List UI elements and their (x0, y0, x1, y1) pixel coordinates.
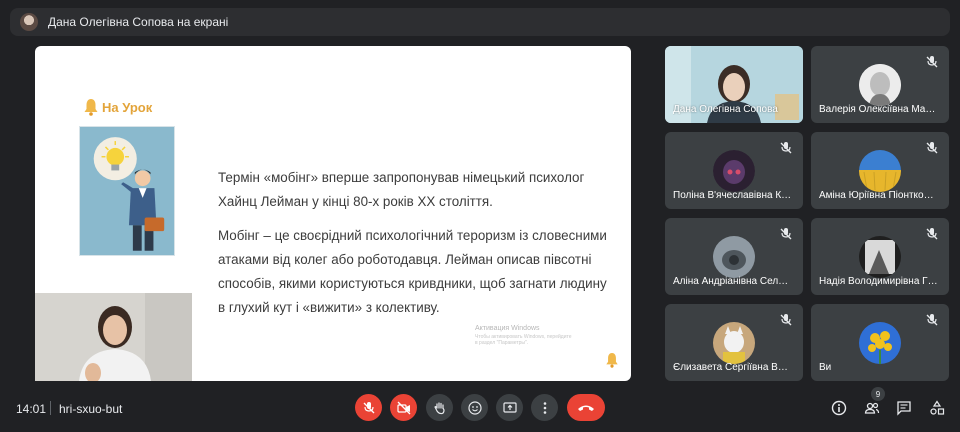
small-bell-icon (606, 353, 618, 368)
emoji-icon (467, 400, 482, 415)
participant-tile[interactable]: Валерія Олексіївна Ма… (811, 46, 949, 123)
participant-tile-presenter[interactable]: Дана Олегівна Сопова (665, 46, 803, 123)
bell-icon (84, 99, 98, 116)
meeting-code[interactable]: hri-sxuo-but (59, 402, 122, 416)
slide-text: Термін «мобінг» вперше запропонував німе… (218, 166, 608, 330)
more-vert-icon (543, 401, 546, 414)
avatar (859, 150, 901, 192)
participant-tile[interactable]: Поліна В'ячеславівна К… (665, 132, 803, 209)
camera-off-icon (396, 401, 410, 414)
mic-off-icon (926, 56, 938, 68)
participant-tile[interactable]: Надія Володимирівна Г… (811, 218, 949, 295)
participant-name: Аміна Юріївна Піонтко… (819, 190, 934, 201)
present-screen-icon (502, 401, 517, 413)
people-button[interactable] (862, 398, 882, 418)
bottom-bar: 14:01 hri-sxuo-but 9 (0, 387, 960, 432)
participant-name: Ви (819, 362, 832, 373)
participant-name: Аліна Андріанівна Сел… (673, 276, 789, 287)
presenter-avatar (20, 13, 38, 31)
raise-hand-button[interactable] (426, 394, 453, 421)
mic-off-icon (926, 314, 938, 326)
shapes-icon (930, 400, 945, 415)
mic-off-icon (363, 401, 374, 413)
avatar (713, 322, 755, 364)
avatar (859, 322, 901, 364)
participant-tile[interactable]: Аміна Юріївна Піонтко… (811, 132, 949, 209)
activities-button[interactable] (927, 398, 947, 418)
slide-illustration (79, 126, 175, 256)
avatar (859, 64, 901, 106)
reactions-button[interactable] (461, 394, 488, 421)
chat-button[interactable] (894, 398, 914, 418)
hand-icon (433, 401, 445, 414)
slide-logo: На Урок (83, 98, 152, 116)
slide-paragraph-1: Термін «мобінг» вперше запропонував німе… (218, 170, 585, 209)
presenter-banner: Дана Олегівна Сопова на екрані (10, 8, 950, 36)
slide-logo-text: На Урок (102, 99, 153, 115)
mic-off-icon (780, 314, 792, 326)
clock-time: 14:01 (16, 402, 47, 416)
participant-name: Надія Володимирівна Г… (819, 276, 938, 287)
chat-icon (897, 401, 911, 416)
meeting-details-button[interactable] (829, 398, 849, 418)
activation-title: Активация Windows (475, 325, 540, 332)
participant-tile[interactable]: Аліна Андріанівна Сел… (665, 218, 803, 295)
presenter-banner-text: Дана Олегівна Сопова на екрані (48, 15, 229, 29)
avatar (713, 236, 755, 278)
activation-subtitle: Чтобы активировать Windows, перейдите в … (475, 334, 572, 346)
avatar (859, 236, 901, 278)
avatar (713, 150, 755, 192)
camera-toggle-button[interactable] (390, 394, 417, 421)
mic-off-icon (926, 228, 938, 240)
call-end-icon (578, 405, 594, 411)
windows-activation-watermark: Активация Windows Чтобы активировать Win… (475, 325, 575, 346)
self-camera-view (35, 293, 192, 381)
mic-off-icon (926, 142, 938, 154)
mic-off-icon (780, 142, 792, 154)
people-count-badge: 9 (871, 387, 885, 401)
more-options-button[interactable] (531, 394, 558, 421)
info-icon (831, 400, 847, 416)
mic-off-icon (780, 228, 792, 240)
participant-name: Дана Олегівна Сопова (673, 104, 778, 115)
divider (50, 401, 51, 415)
participant-name: Єлизавета Сергіївна В… (673, 362, 788, 373)
present-button[interactable] (496, 394, 523, 421)
participant-tile[interactable]: Єлизавета Сергіївна В… (665, 304, 803, 381)
participant-name: Поліна В'ячеславівна К… (673, 190, 792, 201)
leave-call-button[interactable] (567, 394, 605, 421)
people-icon (864, 402, 880, 414)
participant-tile-self[interactable]: Ви (811, 304, 949, 381)
mic-toggle-button[interactable] (355, 394, 382, 421)
participant-name: Валерія Олексіївна Ма… (819, 104, 936, 115)
slide-paragraph-2: Мобінг – це своєрідний психологічний тер… (218, 228, 607, 315)
